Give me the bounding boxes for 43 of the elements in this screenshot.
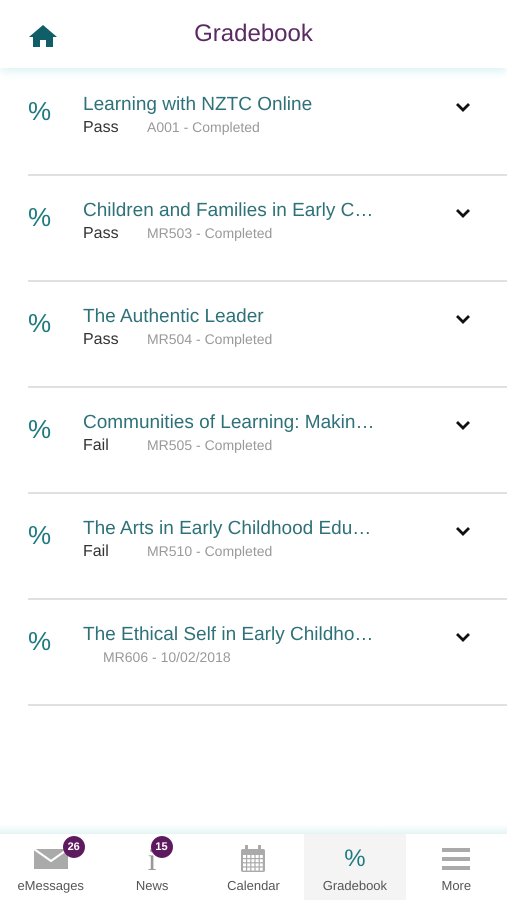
- course-result: Fail: [83, 437, 110, 455]
- course-title: The Ethical Self in Early Childho…: [83, 624, 374, 646]
- mail-icon: [32, 847, 69, 871]
- percent-icon: %: [28, 202, 83, 233]
- course-row[interactable]: % Children and Families in Early C… Pass MR503 - Completed: [28, 176, 507, 282]
- count-badge: 26: [62, 836, 85, 858]
- page-title: Gradebook: [194, 20, 313, 48]
- course-row[interactable]: % The Ethical Self in Early Childho… MR606 - 10/02/2018: [28, 600, 507, 706]
- chevron-down-icon: [455, 526, 471, 536]
- percent-icon: %: [28, 520, 83, 551]
- course-title: Learning with NZTC Online: [83, 94, 314, 116]
- course-row[interactable]: % Learning with NZTC Online Pass A001 - Completed: [28, 70, 507, 176]
- course-detail: MR504 - Completed: [147, 331, 272, 347]
- chevron-down-icon: [455, 314, 471, 324]
- percent-icon: %: [28, 308, 83, 339]
- course-row[interactable]: % The Authentic Leader Pass MR504 - Completed: [28, 282, 507, 388]
- course-result: Fail: [83, 543, 110, 561]
- course-title: Communities of Learning: Makin…: [83, 412, 376, 434]
- calendar-icon: [240, 845, 266, 873]
- course-row[interactable]: % Communities of Learning: Makin… Fail MR505 - Completed: [28, 388, 507, 494]
- course-detail: A001 - Completed: [147, 119, 260, 135]
- course-title: The Arts in Early Childhood Edu…: [83, 518, 372, 540]
- course-detail: MR505 - Completed: [147, 437, 272, 453]
- percent-icon: %: [28, 626, 83, 657]
- chevron-down-icon: [455, 208, 471, 218]
- home-icon: [28, 24, 58, 48]
- chevron-down-icon: [455, 632, 471, 642]
- course-title: The Authentic Leader: [83, 306, 265, 328]
- nav-tab[interactable]: % Gradebook: [304, 834, 406, 900]
- course-title: Children and Families in Early C…: [83, 200, 374, 222]
- course-result: Pass: [83, 331, 120, 349]
- chevron-down-icon: [455, 102, 471, 112]
- menu-icon: [442, 847, 470, 871]
- percent-icon: %: [344, 845, 366, 873]
- course-result: Pass: [83, 225, 120, 243]
- course-detail: MR606 - 10/02/2018: [103, 649, 231, 665]
- percent-icon: %: [28, 96, 83, 127]
- course-result: Pass: [83, 119, 120, 137]
- percent-icon: %: [28, 414, 83, 445]
- course-detail: MR503 - Completed: [147, 225, 272, 241]
- course-row[interactable]: % The Arts in Early Childhood Edu… Fail MR510 - Completed: [28, 494, 507, 600]
- chevron-down-icon: [455, 420, 471, 430]
- course-detail: MR510 - Completed: [147, 543, 272, 559]
